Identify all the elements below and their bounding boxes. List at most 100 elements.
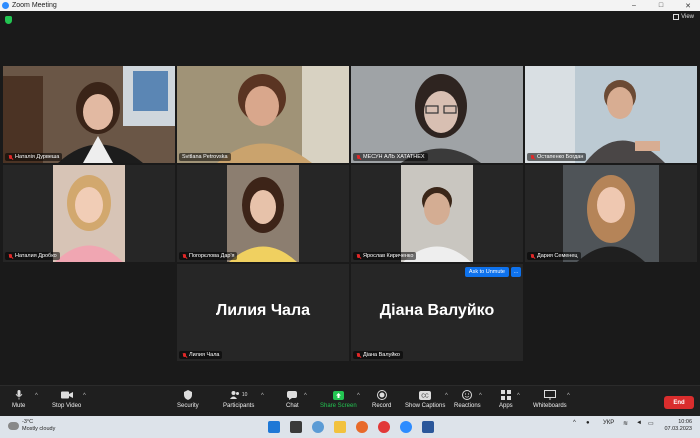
system-clock[interactable]: 10:06 07.03.2023 (664, 419, 692, 433)
participant-tile[interactable]: Наталія Дурвеша (3, 66, 175, 163)
chevron-up-icon[interactable]: ^ (304, 393, 307, 399)
end-meeting-button[interactable]: End (664, 396, 694, 409)
security-button[interactable]: Security (177, 390, 199, 409)
chevron-up-icon[interactable]: ^ (479, 393, 482, 399)
participant-name-tag: Лилия Чала (179, 351, 223, 359)
share-screen-button[interactable]: Share Screen (320, 390, 357, 409)
zoom-logo-icon (2, 2, 9, 9)
participant-video (525, 165, 697, 262)
video-gallery: View Наталія Дурвеша Svitlana Petrovska (0, 11, 700, 385)
participant-avatar-name: Лилия Чала (215, 302, 311, 319)
microphone-icon (13, 390, 25, 400)
zoom-taskbar-icon[interactable] (400, 421, 412, 433)
volume-icon[interactable]: ◄ (636, 420, 642, 426)
participant-video (525, 66, 697, 163)
mic-muted-icon (530, 154, 535, 160)
participant-tile[interactable]: Дария Семенец (525, 165, 697, 262)
participant-name-tag: Svitlana Petrovska (179, 153, 231, 161)
mic-muted-icon (8, 154, 13, 160)
stop-video-button[interactable]: Stop Video (52, 390, 81, 409)
participant-name-tag: МЕСУН АЛЬ ХАТАТНЕХ (353, 153, 428, 161)
participant-tile[interactable]: Погорєлова Дар'я (177, 165, 349, 262)
participant-tile[interactable]: МЕСУН АЛЬ ХАТАТНЕХ (351, 66, 523, 163)
weather-widget[interactable]: -3°C Mostly cloudy (8, 419, 55, 433)
participant-video (351, 66, 523, 163)
participant-name-tag: Ярослав Кириченко (353, 252, 417, 260)
maximize-button[interactable]: □ (651, 0, 671, 11)
video-camera-icon (60, 390, 73, 400)
participants-button[interactable]: 10 Participants (223, 390, 254, 409)
clock-date: 07.03.2023 (664, 426, 692, 432)
reactions-button[interactable]: Reactions (454, 390, 481, 409)
security-shield-icon[interactable] (5, 16, 12, 24)
file-explorer-icon[interactable] (334, 421, 346, 433)
chat-button[interactable]: Chat (286, 390, 299, 409)
cloud-icon (8, 422, 19, 430)
window-titlebar: Zoom Meeting – □ ✕ (0, 0, 700, 11)
mic-muted-icon (530, 253, 535, 259)
participant-video (3, 165, 175, 262)
window-title: Zoom Meeting (12, 2, 57, 9)
chevron-up-icon[interactable]: ^ (35, 393, 38, 399)
chevron-up-icon[interactable]: ^ (445, 393, 448, 399)
mic-muted-icon (8, 253, 13, 259)
smiley-plus-icon (461, 390, 473, 400)
more-options-button[interactable]: … (511, 267, 521, 277)
record-button[interactable]: Record (372, 390, 391, 409)
captions-cc-icon: CC (419, 390, 432, 400)
share-screen-icon (332, 390, 344, 400)
participant-avatar-name: Діана Валуйко (379, 302, 495, 319)
participant-tile[interactable]: Ярослав Кириченко (351, 165, 523, 262)
chevron-up-icon[interactable]: ^ (261, 393, 264, 399)
task-view-icon[interactable] (290, 421, 302, 433)
apps-grid-icon (500, 390, 512, 400)
participant-name-tag: Погорєлова Дар'я (179, 252, 238, 260)
word-icon[interactable] (422, 421, 434, 433)
meeting-toolbar: Mute ^ Stop Video ^ Security 10 Particip… (0, 385, 700, 416)
participant-name-tag: Остапенко Богдан (527, 153, 587, 161)
minimize-button[interactable]: – (624, 0, 644, 11)
svg-text:CC: CC (422, 393, 430, 399)
mic-muted-icon (356, 154, 361, 160)
whiteboard-icon (543, 390, 556, 400)
microphone-tray-icon[interactable]: ● (586, 420, 590, 426)
windows-start-icon[interactable] (268, 421, 280, 433)
battery-icon[interactable]: ▭ (648, 420, 654, 427)
wifi-icon[interactable]: ≋ (623, 420, 628, 427)
language-indicator[interactable]: УКР (603, 420, 614, 426)
participants-count: 10 (241, 392, 248, 398)
shield-icon (182, 390, 194, 400)
participant-name-tag: Наталия Дробко (5, 252, 60, 260)
participant-name-tag: Наталія Дурвеша (5, 153, 63, 161)
participant-tile[interactable]: Наталия Дробко (3, 165, 175, 262)
os-taskbar: -3°C Mostly cloudy ^ ● УКР ≋ ◄ ▭ 10:06 0… (0, 416, 700, 438)
participant-tile[interactable]: Лилия Чала Лилия Чала (177, 264, 349, 361)
participant-tile-active-speaker[interactable]: Svitlana Petrovska (177, 66, 349, 163)
apps-button[interactable]: Apps (499, 390, 513, 409)
whiteboards-button[interactable]: Whiteboards (533, 390, 567, 409)
clock-time: 10:06 (678, 419, 692, 425)
chevron-up-icon[interactable]: ^ (357, 393, 360, 399)
mute-button[interactable]: Mute (12, 390, 25, 409)
weather-condition: Mostly cloudy (22, 426, 56, 432)
ask-to-unmute-button[interactable]: Ask to Unmute (464, 267, 509, 277)
participant-tile[interactable]: Остапенко Богдан (525, 66, 697, 163)
show-captions-button[interactable]: CC Show Captions (405, 390, 445, 409)
close-button[interactable]: ✕ (678, 0, 698, 11)
settings-gear-icon[interactable] (312, 421, 324, 433)
view-button[interactable]: View (673, 14, 694, 20)
participant-tile[interactable]: Ask to Unmute … Діана Валуйко Діана Валу… (351, 264, 523, 361)
chevron-up-icon[interactable]: ^ (573, 420, 576, 426)
participant-name-tag: Дария Семенец (527, 252, 581, 260)
firefox-icon[interactable] (356, 421, 368, 433)
chevron-up-icon[interactable]: ^ (517, 393, 520, 399)
participant-name-tag: Діана Валуйко (353, 351, 403, 359)
chat-bubble-icon (286, 390, 298, 400)
grid-icon (673, 14, 680, 20)
weather-temperature: -3°C (22, 419, 34, 425)
chevron-up-icon[interactable]: ^ (567, 393, 570, 399)
view-label: View (681, 14, 694, 20)
participant-video (3, 66, 175, 163)
opera-icon[interactable] (378, 421, 390, 433)
chevron-up-icon[interactable]: ^ (83, 393, 86, 399)
